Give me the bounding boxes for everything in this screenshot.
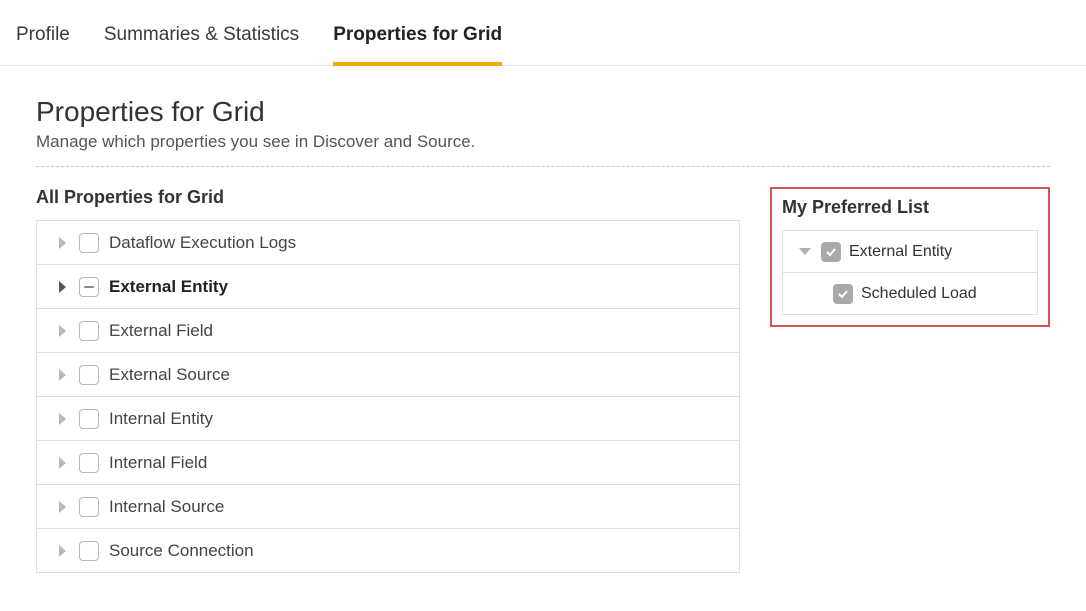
chevron-right-icon[interactable] (55, 324, 69, 338)
checkbox[interactable] (79, 541, 99, 561)
tree-row-label: Dataflow Execution Logs (109, 233, 296, 253)
chevron-right-icon[interactable] (55, 280, 69, 294)
page-subtitle: Manage which properties you see in Disco… (36, 132, 1050, 152)
checkbox[interactable] (79, 321, 99, 341)
chevron-right-icon[interactable] (55, 500, 69, 514)
tree-row-label: Internal Source (109, 497, 224, 517)
preferred-list-highlight: My Preferred List External Entity Schedul… (770, 187, 1050, 327)
checkbox[interactable] (79, 365, 99, 385)
preferred-row[interactable]: External Entity (783, 231, 1037, 273)
tree-row[interactable]: Dataflow Execution Logs (37, 221, 739, 265)
checkbox[interactable] (821, 242, 841, 262)
page-title: Properties for Grid (36, 96, 1050, 128)
tree-row[interactable]: External Field (37, 309, 739, 353)
tab-summaries[interactable]: Summaries & Statistics (104, 24, 299, 65)
preferred-list-tree: External Entity Scheduled Load (782, 230, 1038, 315)
tab-profile[interactable]: Profile (16, 24, 70, 65)
tree-row-label: Internal Field (109, 453, 207, 473)
checkbox[interactable] (79, 277, 99, 297)
tree-row[interactable]: Internal Field (37, 441, 739, 485)
divider (36, 166, 1050, 167)
tree-row-label: External Entity (109, 277, 228, 297)
all-properties-heading: All Properties for Grid (36, 187, 740, 208)
preferred-row-label: Scheduled Load (861, 285, 977, 303)
tab-bar: Profile Summaries & Statistics Propertie… (0, 0, 1086, 66)
tree-row[interactable]: Source Connection (37, 529, 739, 573)
checkbox[interactable] (79, 233, 99, 253)
checkbox[interactable] (79, 453, 99, 473)
checkbox[interactable] (833, 284, 853, 304)
tree-row[interactable]: Internal Source (37, 485, 739, 529)
chevron-right-icon[interactable] (55, 236, 69, 250)
preferred-row[interactable]: Scheduled Load (783, 273, 1037, 315)
all-properties-tree: Dataflow Execution Logs External Entity Ex… (36, 220, 740, 573)
tree-row-label: External Source (109, 365, 230, 385)
tree-row-label: Internal Entity (109, 409, 213, 429)
tree-row[interactable]: External Entity (37, 265, 739, 309)
main-content: Properties for Grid Manage which propert… (0, 66, 1086, 573)
chevron-down-icon[interactable] (797, 246, 813, 258)
chevron-right-icon[interactable] (55, 456, 69, 470)
checkbox[interactable] (79, 409, 99, 429)
preferred-list-heading: My Preferred List (782, 197, 1038, 218)
checkbox[interactable] (79, 497, 99, 517)
tree-row[interactable]: External Source (37, 353, 739, 397)
tree-row-label: Source Connection (109, 541, 254, 561)
chevron-right-icon[interactable] (55, 368, 69, 382)
chevron-right-icon[interactable] (55, 544, 69, 558)
tree-row[interactable]: Internal Entity (37, 397, 739, 441)
tab-properties[interactable]: Properties for Grid (333, 24, 502, 65)
chevron-right-icon[interactable] (55, 412, 69, 426)
preferred-row-label: External Entity (849, 243, 952, 261)
tree-row-label: External Field (109, 321, 213, 341)
